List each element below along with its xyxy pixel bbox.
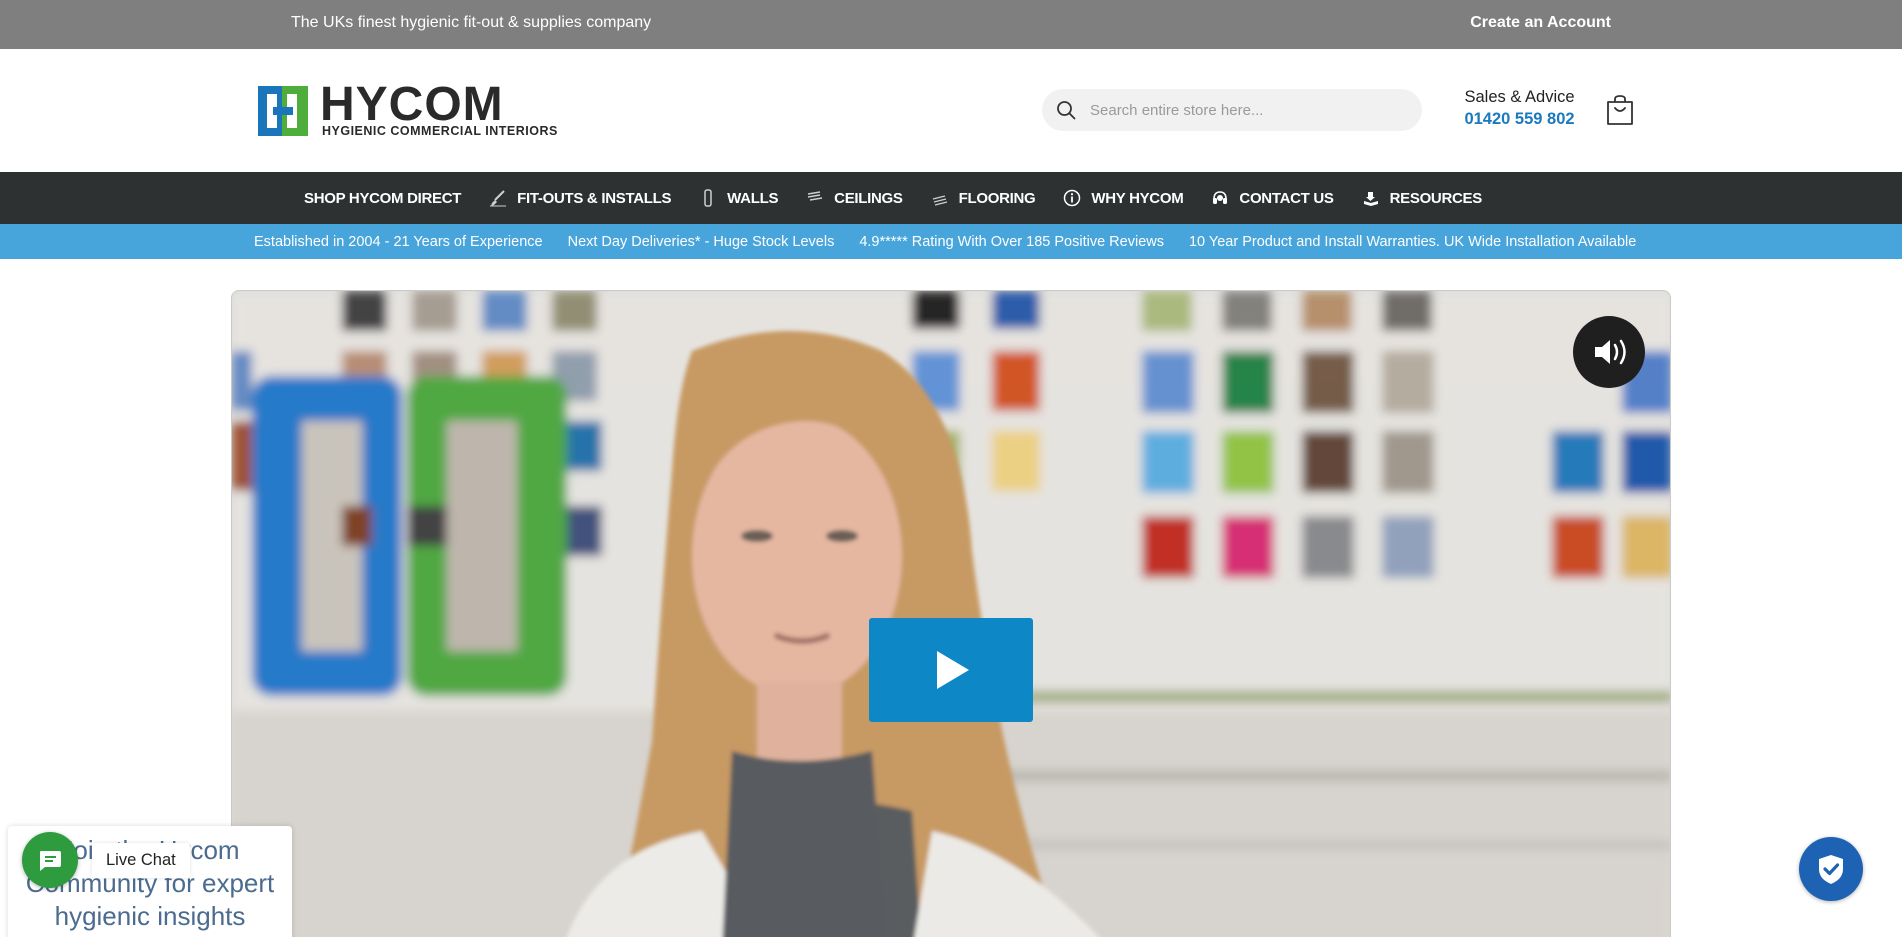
nav-item-label: FIT-OUTS & INSTALLS xyxy=(517,189,672,207)
nav-item-label: CEILINGS xyxy=(834,189,903,207)
usp-item: Established in 2004 - 21 Years of Experi… xyxy=(254,233,543,250)
main-nav: SHOP HYCOM DIRECT FIT-OUTS & INSTALLS WA… xyxy=(0,172,1902,224)
live-chat-label[interactable]: Live Chat xyxy=(92,843,190,878)
sound-toggle-button[interactable] xyxy=(1573,316,1645,388)
resources-icon xyxy=(1363,192,1378,206)
nav-item-ceilings[interactable]: CEILINGS xyxy=(792,172,916,224)
search-input[interactable] xyxy=(1090,89,1410,131)
nav-item-label: WALLS xyxy=(727,189,779,207)
speaker-icon xyxy=(1595,339,1626,365)
video-frame-image xyxy=(232,291,1670,937)
nav-item-label: SHOP HYCOM DIRECT xyxy=(304,189,462,207)
headset-icon xyxy=(1213,191,1228,204)
nav-item-walls[interactable]: WALLS xyxy=(685,172,792,224)
chat-icon xyxy=(40,851,61,871)
shield-check-icon xyxy=(1819,855,1843,884)
search-icon[interactable] xyxy=(1056,100,1076,120)
logo-wordmark: HYCOM xyxy=(320,78,504,131)
nav-item-resources[interactable]: RESOURCES xyxy=(1348,172,1496,224)
nav-item-contact-us[interactable]: CONTACT US xyxy=(1197,172,1347,224)
nav-item-why-hycom[interactable]: WHY HYCOM xyxy=(1049,172,1197,224)
flooring-icon xyxy=(932,195,947,206)
nav-item-shop-hycom-direct[interactable]: SHOP HYCOM DIRECT xyxy=(290,172,475,224)
live-chat-button[interactable] xyxy=(22,832,78,888)
usp-item: Next Day Deliveries* - Huge Stock Levels xyxy=(567,233,835,250)
nav-item-label: FLOORING xyxy=(958,189,1036,207)
trust-badge-button[interactable] xyxy=(1799,837,1863,901)
usp-item: 10 Year Product and Install Warranties. … xyxy=(1188,233,1637,250)
info-icon xyxy=(1064,189,1081,207)
nav-item-label: WHY HYCOM xyxy=(1091,189,1184,207)
ceiling-icon xyxy=(808,191,823,201)
logo-mark-icon xyxy=(258,86,308,136)
nav-item-label: CONTACT US xyxy=(1239,189,1334,207)
usp-item: 4.9***** Rating With Over 185 Positive R… xyxy=(859,233,1164,250)
hycom-logo[interactable]: HYCOM HYGIENIC COMMERCIAL INTERIORS xyxy=(256,78,557,138)
usp-strip: Established in 2004 - 21 Years of Experi… xyxy=(0,224,1902,259)
tagline: The UKs finest hygienic fit-out & suppli… xyxy=(291,14,652,31)
nav-item-flooring[interactable]: FLOORING xyxy=(917,172,1050,224)
logo-subtitle: HYGIENIC COMMERCIAL INTERIORS xyxy=(322,124,558,138)
sales-label: Sales & Advice xyxy=(1464,88,1575,106)
nav-item-label: RESOURCES xyxy=(1389,189,1483,207)
hero-video[interactable] xyxy=(231,290,1671,937)
create-account-link[interactable]: Create an Account xyxy=(1470,0,1611,45)
play-icon xyxy=(937,651,969,689)
search-bar xyxy=(1042,89,1422,131)
play-button[interactable] xyxy=(869,618,1033,722)
nav-item-fit-outs[interactable]: FIT-OUTS & INSTALLS xyxy=(475,172,685,224)
top-bar: The UKs finest hygienic fit-out & suppli… xyxy=(0,0,1902,49)
sales-advice: Sales & Advice 01420 559 802 xyxy=(1462,87,1577,131)
sales-phone-link[interactable]: 01420 559 802 xyxy=(1462,107,1577,131)
wall-panel-icon xyxy=(704,189,712,207)
site-header: HYCOM HYGIENIC COMMERCIAL INTERIORS Sale… xyxy=(0,49,1902,172)
cart-icon[interactable] xyxy=(1605,94,1635,126)
brush-icon xyxy=(490,190,507,207)
